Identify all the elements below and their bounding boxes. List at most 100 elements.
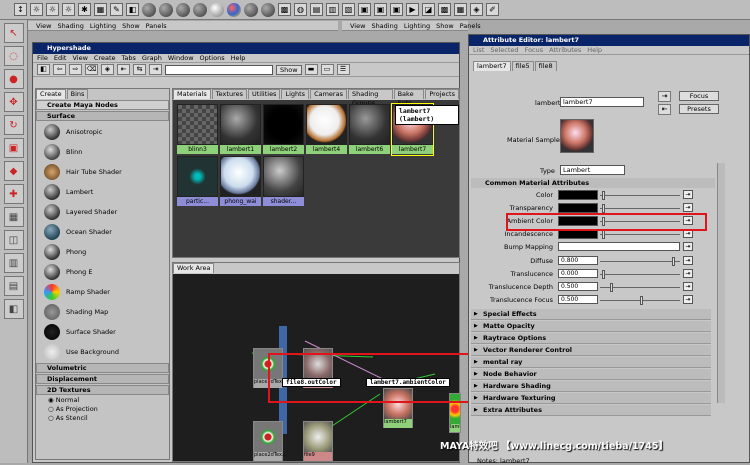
attr-slider[interactable] — [600, 191, 680, 200]
input-icon[interactable]: ⇤ — [117, 64, 130, 75]
tab-textures[interactable]: Textures — [211, 89, 247, 99]
film-icon-3[interactable]: ▣ — [390, 3, 403, 16]
create-node-phong[interactable]: Phong — [36, 242, 169, 262]
map-button-icon[interactable]: ⇥ — [683, 256, 693, 265]
menu-show[interactable]: Show — [122, 21, 140, 30]
ae-section-matte-opacity[interactable]: Matte Opacity — [471, 321, 711, 332]
shader-ball-icon-4[interactable] — [193, 2, 207, 17]
tab-bins[interactable]: Bins — [66, 89, 89, 99]
pen-icon[interactable]: ✐ — [486, 3, 499, 16]
graph-icon[interactable]: ◈ — [101, 64, 114, 75]
textures-2d-section[interactable]: 2D Textures — [36, 385, 169, 395]
back-icon[interactable]: ⇦ — [53, 64, 66, 75]
attr-slider[interactable] — [600, 257, 680, 266]
attr-slider[interactable] — [600, 296, 680, 305]
tab-materials[interactable]: Materials — [173, 89, 211, 99]
graph-node-place2d-2[interactable]: place2dTex... — [253, 421, 287, 461]
ae-section-mental-ray[interactable]: mental ray — [471, 357, 711, 368]
film-icon-2[interactable]: ▣ — [374, 3, 387, 16]
camera-icon[interactable]: ▩ — [438, 3, 451, 16]
tab-file8[interactable]: file8 — [534, 61, 557, 71]
ae-section-extra-attributes[interactable]: Extra Attributes — [471, 405, 711, 416]
shader-ball-icon-7[interactable] — [244, 2, 258, 17]
toggle-create-icon[interactable]: ◧ — [37, 64, 50, 75]
io-icon[interactable]: ⇆ — [133, 64, 146, 75]
layout-bottom-icon[interactable]: ▭ — [320, 64, 334, 75]
ae-section-raytrace-options[interactable]: Raytrace Options — [471, 333, 711, 344]
create-node-phong-e[interactable]: Phong E — [36, 262, 169, 282]
layout-icon-3[interactable]: ▥ — [3, 253, 24, 273]
create-node-ocean-shader[interactable]: Ocean Shader — [36, 222, 169, 242]
shader-ball-icon-5[interactable] — [210, 2, 224, 17]
sun-icon-2[interactable]: ☼ — [46, 3, 59, 16]
ramp-icon[interactable]: ▥ — [326, 3, 339, 16]
attr-color-swatch[interactable] — [558, 190, 598, 200]
slider-thumb[interactable] — [640, 296, 643, 305]
menu-panels[interactable]: Panels — [146, 21, 167, 30]
bump-field[interactable] — [558, 242, 680, 251]
menu-lighting[interactable]: Lighting — [90, 21, 116, 30]
map-button-icon[interactable]: ⇥ — [683, 190, 693, 199]
ae-section-hardware-texturing[interactable]: Hardware Texturing — [471, 393, 711, 404]
swatch-partic[interactable]: partic... — [177, 156, 218, 207]
menu-view[interactable]: View — [36, 21, 51, 30]
swatch-lambert4[interactable]: lambert4 — [306, 104, 347, 155]
texture-icon[interactable]: ▤ — [310, 3, 323, 16]
displacement-section[interactable]: Displacement — [36, 374, 169, 384]
grid-icon[interactable]: ▦ — [94, 3, 107, 16]
move-icon[interactable]: ↕ — [14, 3, 27, 16]
radio-stencil[interactable]: ○ As Stencil — [36, 414, 169, 423]
rotate-tool-icon[interactable]: ↻ — [3, 115, 24, 135]
hs-menu-graph[interactable]: Graph — [142, 54, 162, 62]
create-node-use-background[interactable]: Use Background — [36, 342, 169, 362]
presets-button[interactable]: Presets — [679, 104, 719, 114]
tab-lambert7[interactable]: lambert7 — [473, 61, 511, 71]
forward-icon[interactable]: ⇨ — [69, 64, 82, 75]
swatch-lambert1[interactable]: lambert1 — [220, 104, 261, 155]
tab-lights[interactable]: Lights — [281, 89, 310, 99]
hs-menu-options[interactable]: Options — [200, 54, 225, 62]
scale-tool-icon[interactable]: ▣ — [3, 138, 24, 158]
hs-menu-file[interactable]: File — [37, 54, 48, 62]
search-input[interactable] — [165, 64, 273, 75]
output-icon[interactable]: ⇥ — [149, 64, 162, 75]
tab-create[interactable]: Create — [36, 89, 66, 99]
layout-icon-5[interactable]: ◧ — [3, 299, 24, 319]
layout-top-icon[interactable]: ▬ — [304, 64, 318, 75]
show-button[interactable]: Show — [276, 64, 302, 75]
file-icon[interactable]: ▧ — [342, 3, 355, 16]
ae-menu-attributes[interactable]: Attributes — [549, 46, 581, 54]
layout-icon[interactable]: ▦ — [3, 207, 24, 227]
sun-icon-3[interactable]: ☼ — [62, 3, 75, 16]
map-button-icon[interactable]: ⇥ — [683, 295, 693, 304]
radio-projection[interactable]: ○ As Projection — [36, 405, 169, 414]
create-node-blinn[interactable]: Blinn — [36, 142, 169, 162]
attr-number-field[interactable]: 0.800 — [558, 256, 598, 265]
ae-section-vector-renderer-control[interactable]: Vector Renderer Control — [471, 345, 711, 356]
shader-ball-icon-6[interactable] — [227, 2, 241, 17]
attr-slider[interactable] — [600, 230, 680, 239]
menu-view-r[interactable]: View — [350, 21, 365, 30]
attr-number-field[interactable]: 0.500 — [558, 282, 598, 291]
clear-icon[interactable]: ⌫ — [85, 64, 98, 75]
menu-panels-r[interactable]: Panels — [460, 21, 481, 30]
tab-file5[interactable]: file5 — [511, 61, 534, 71]
move-tool-icon[interactable]: ✥ — [3, 92, 24, 112]
map-button-icon[interactable]: ⇥ — [683, 269, 693, 278]
swatch-lambert2[interactable]: lambert2 — [263, 104, 304, 155]
clapper-icon[interactable]: ▦ — [454, 3, 467, 16]
create-node-hair-tube-shader[interactable]: Hair Tube Shader — [36, 162, 169, 182]
volumetric-section[interactable]: Volumetric — [36, 363, 169, 373]
bucket-icon[interactable]: ◈ — [470, 3, 483, 16]
layout-both-icon[interactable]: ☰ — [336, 64, 350, 75]
slider-thumb[interactable] — [602, 191, 605, 200]
common-attributes-header[interactable]: Common Material Attributes — [471, 178, 715, 188]
attr-color-swatch[interactable] — [558, 203, 598, 213]
attr-slider[interactable] — [600, 270, 680, 279]
tab-cameras[interactable]: Cameras — [310, 89, 347, 99]
menu-lighting-r[interactable]: Lighting — [404, 21, 430, 30]
paint-tool-icon[interactable]: ● — [3, 69, 24, 89]
hs-menu-tabs[interactable]: Tabs — [122, 54, 136, 62]
play-icon[interactable]: ▶ — [406, 3, 419, 16]
menu-show-r[interactable]: Show — [436, 21, 454, 30]
